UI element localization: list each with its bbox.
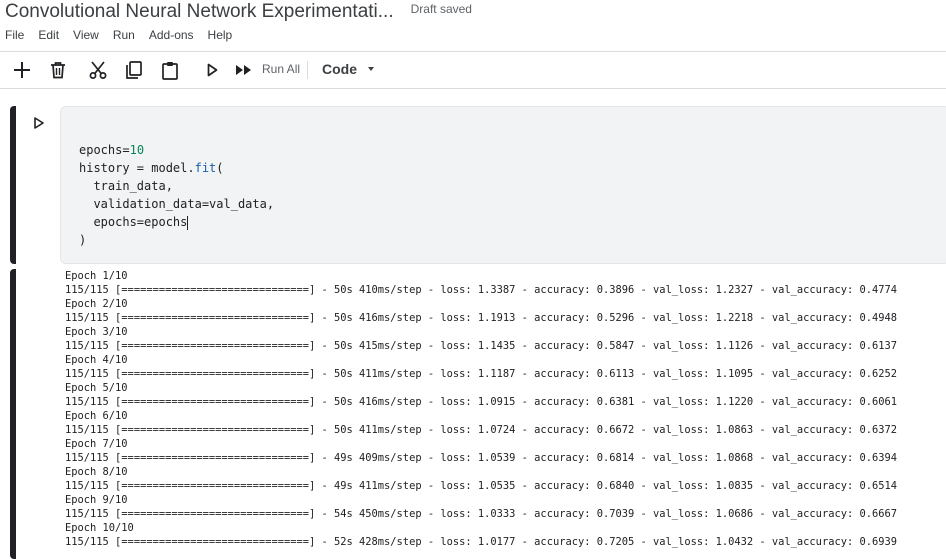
cell-output: Epoch 1/10 115/115 [====================… (65, 269, 897, 549)
menu-run[interactable]: Run (113, 28, 135, 42)
code-line: epochs=10 (79, 143, 145, 157)
epoch-header: Epoch 10/10 (65, 522, 134, 534)
epoch-header: Epoch 5/10 (65, 382, 128, 394)
menu-view[interactable]: View (73, 28, 99, 42)
epoch-header: Epoch 9/10 (65, 494, 128, 506)
menu-help[interactable]: Help (208, 28, 233, 42)
plus-icon[interactable] (12, 60, 32, 80)
menu-file[interactable]: File (5, 28, 24, 42)
run-cell-icon[interactable] (33, 116, 45, 129)
epoch-progress: 115/115 [==============================]… (65, 312, 898, 324)
menu-edit[interactable]: Edit (38, 28, 59, 42)
code-line: epochs=epochs (79, 215, 189, 230)
toolbar-divider (307, 61, 308, 79)
clipboard-icon[interactable] (160, 60, 180, 80)
play-icon[interactable] (202, 60, 222, 80)
epoch-header: Epoch 3/10 (65, 326, 128, 338)
epoch-progress: 115/115 [==============================]… (65, 340, 898, 352)
epoch-progress: 115/115 [==============================]… (65, 284, 898, 296)
function-name: fit (194, 161, 217, 175)
code-line: history = model.fit( (79, 161, 224, 175)
code-text[interactable]: epochs=10 history = model.fit( train_dat… (79, 141, 274, 249)
output-cell-indicator[interactable] (10, 269, 16, 559)
number-literal: 10 (129, 143, 145, 157)
code-line: ) (79, 233, 87, 247)
epoch-header: Epoch 4/10 (65, 354, 128, 366)
code-line: validation_data=val_data, (79, 197, 275, 211)
save-status: Draft saved (410, 2, 472, 16)
epoch-header: Epoch 1/10 (65, 270, 128, 282)
scissors-icon[interactable] (88, 60, 108, 80)
epoch-header: Epoch 6/10 (65, 410, 128, 422)
cell-type-dropdown[interactable]: Code (322, 61, 374, 77)
epoch-header: Epoch 2/10 (65, 298, 128, 310)
epoch-progress: 115/115 [==============================]… (65, 368, 898, 380)
title-row: Convolutional Neural Network Experimenta… (5, 1, 472, 27)
fast-forward-icon[interactable] (234, 60, 254, 80)
epoch-header: Epoch 8/10 (65, 466, 128, 478)
trash-icon[interactable] (48, 60, 68, 80)
epoch-progress: 115/115 [==============================]… (65, 508, 898, 520)
epoch-header: Epoch 7/10 (65, 438, 128, 450)
code-line: train_data, (79, 179, 173, 193)
copy-icon[interactable] (124, 60, 144, 80)
cell-type-label: Code (322, 61, 357, 77)
run-all-button[interactable]: Run All (262, 62, 300, 76)
epoch-progress: 115/115 [==============================]… (65, 536, 898, 548)
text-cursor (187, 215, 189, 230)
toolbar: Run All Code (0, 51, 946, 89)
menu-add-ons[interactable]: Add-ons (149, 28, 194, 42)
notebook-title[interactable]: Convolutional Neural Network Experimenta… (5, 1, 394, 23)
chevron-down-icon (368, 67, 374, 71)
code-cell-indicator[interactable] (10, 106, 16, 264)
epoch-progress: 115/115 [==============================]… (65, 452, 898, 464)
epoch-progress: 115/115 [==============================]… (65, 480, 898, 492)
epoch-progress: 115/115 [==============================]… (65, 424, 898, 436)
menu-bar: File Edit View Run Add-ons Help (5, 28, 246, 42)
epoch-progress: 115/115 [==============================]… (65, 396, 898, 408)
